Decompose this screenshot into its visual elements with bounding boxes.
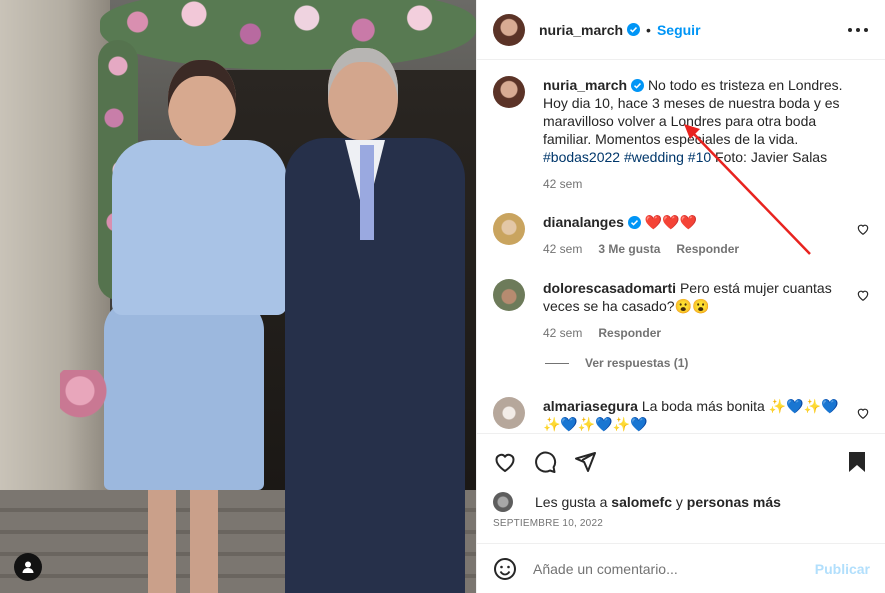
comment-time[interactable]: 42 sem [543, 240, 582, 258]
caption-avatar[interactable] [493, 76, 525, 108]
caption-time[interactable]: 42 sem [543, 175, 582, 193]
view-replies-label[interactable]: Ver respuestas (1) [585, 356, 688, 370]
comment-bubble-icon[interactable] [533, 450, 557, 474]
liker-avatar[interactable] [493, 492, 513, 512]
hashtag-link[interactable]: #bodas2022 [543, 149, 620, 165]
comment-time[interactable]: 42 sem [543, 324, 582, 342]
like-comment-heart-icon[interactable] [856, 222, 870, 236]
flower-arch [100, 0, 476, 70]
author-username[interactable]: nuria_march [539, 22, 623, 38]
commenter-username[interactable]: dianalanges [543, 214, 624, 230]
comment-input[interactable] [533, 560, 803, 577]
replies-divider [545, 362, 569, 364]
comment-item: almariasegura La boda más bonita ✨💙✨💙 ✨💙… [493, 397, 853, 433]
man-head [328, 48, 398, 140]
reply-button[interactable]: Responder [598, 324, 661, 342]
commenter-username[interactable]: almariasegura [543, 398, 638, 414]
like-heart-icon[interactable] [493, 450, 517, 474]
post-date[interactable]: SEPTIEMBRE 10, 2022 [493, 518, 603, 529]
post-detail-panel: nuria_march • Seguir nuria_march No todo… [476, 0, 885, 593]
publish-button[interactable]: Publicar [815, 561, 870, 577]
hashtag-link[interactable]: #wedding [624, 149, 684, 165]
separator-dot: • [646, 21, 651, 38]
post-header: nuria_march • Seguir [477, 0, 885, 60]
more-options-icon[interactable] [846, 18, 870, 42]
bouquet [60, 370, 110, 422]
others-likes-link[interactable]: personas más [687, 494, 781, 510]
commenter-avatar[interactable] [493, 213, 525, 245]
liker-username[interactable]: salomefc [611, 494, 672, 510]
commenter-avatar[interactable] [493, 397, 525, 429]
caption-username[interactable]: nuria_march [543, 77, 627, 93]
comment-likes[interactable]: 3 Me gusta [598, 240, 660, 258]
caption: nuria_march No todo es tristeza en Londr… [493, 76, 853, 193]
reply-button[interactable]: Responder [676, 240, 739, 258]
comment-item: dolorescasadomarti Pero está mujer cuant… [493, 279, 853, 342]
likes-prefix: Les gusta a [535, 494, 608, 510]
man-tie [360, 145, 374, 240]
user-tag-icon[interactable] [14, 553, 42, 581]
follow-button[interactable]: Seguir [657, 22, 701, 38]
view-replies-button[interactable]: Ver respuestas (1) [545, 356, 688, 370]
verified-badge-icon [631, 79, 645, 92]
woman-jacket [112, 140, 287, 315]
like-comment-heart-icon[interactable] [856, 406, 870, 420]
save-bookmark-icon[interactable] [845, 450, 869, 474]
comment-text: ❤️❤️❤️ [644, 214, 698, 230]
woman-skirt [104, 300, 264, 490]
woman-legs [148, 488, 218, 593]
like-comment-heart-icon[interactable] [856, 288, 870, 302]
commenter-username[interactable]: dolorescasadomarti [543, 280, 676, 296]
comment-item: dianalanges ❤️❤️❤️ 42 sem 3 Me gusta Res… [493, 213, 853, 258]
add-comment-bar: Publicar [477, 543, 885, 593]
comments-list[interactable]: nuria_march No todo es tristeza en Londr… [477, 60, 885, 433]
commenter-avatar[interactable] [493, 279, 525, 311]
verified-badge-icon [627, 23, 641, 36]
post-photo[interactable] [0, 0, 476, 593]
man-suit [285, 138, 465, 593]
verified-badge-icon [627, 216, 641, 229]
author-avatar[interactable] [493, 13, 525, 46]
emoji-icon[interactable] [493, 557, 517, 581]
hashtag-link[interactable]: #10 [688, 149, 711, 165]
photo-credit: Foto: Javier Salas [715, 149, 828, 165]
share-send-icon[interactable] [573, 450, 597, 474]
woman-head [168, 60, 236, 146]
likes-summary: Les gusta a salomefc y personas más [493, 492, 781, 512]
action-bar: Les gusta a salomefc y personas más SEPT… [477, 433, 885, 543]
likes-conj: y [675, 494, 683, 510]
